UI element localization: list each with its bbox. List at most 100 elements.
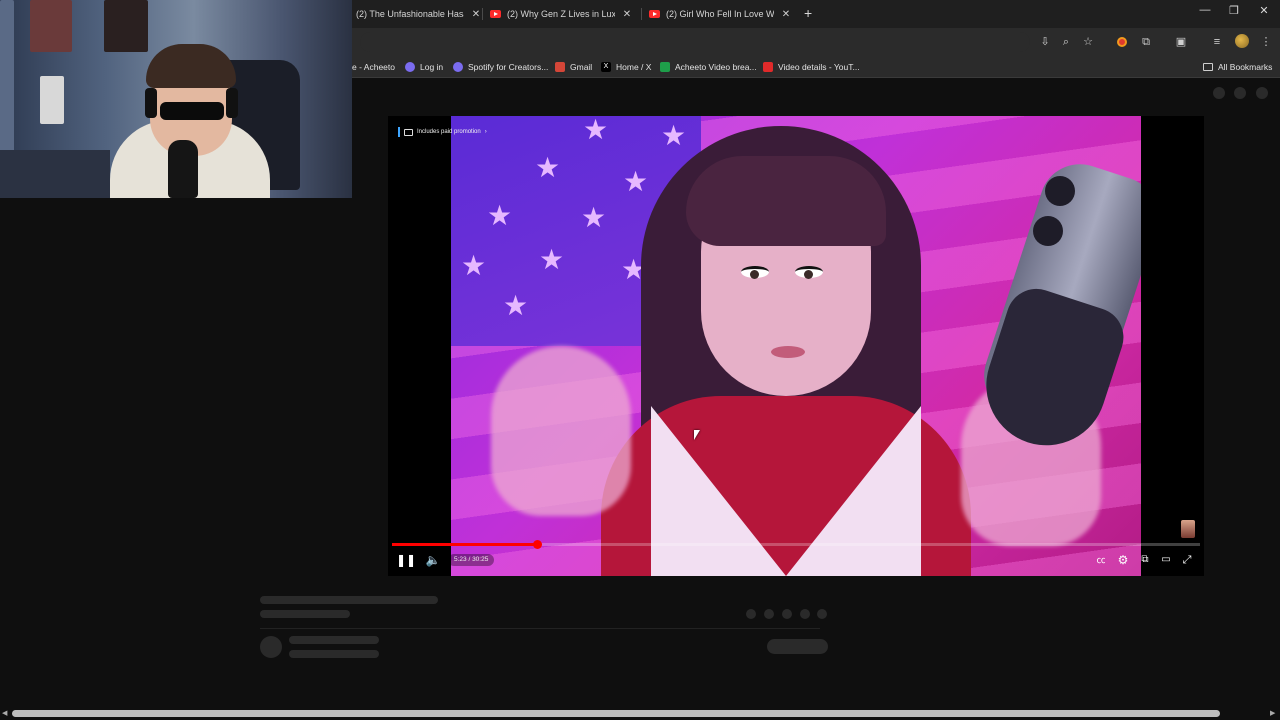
profile-avatar[interactable] [1235,34,1249,48]
tab-separator [482,8,483,20]
hand-image [491,346,631,516]
pause-icon[interactable]: ❚❚ [396,552,416,568]
bookmark-label: Video details - YouT... [778,62,860,72]
extensions-icon[interactable]: ⧉ [1138,34,1154,50]
folder-icon [1203,63,1213,71]
skeleton-dot [746,609,756,619]
scroll-right-icon[interactable]: ▶ [1270,709,1275,717]
skeleton-dot [1234,87,1246,99]
divider [260,628,820,629]
tab-unfashionable-hasan[interactable]: (2) The Unfashionable Hasan Pi ✕ [352,4,482,24]
close-icon[interactable]: ✕ [780,9,792,20]
bookmark-video-details[interactable]: Video details - YouT... [763,60,860,74]
volume-icon[interactable]: 🔈 [424,552,442,568]
skeleton-avatar [260,636,282,658]
star-shape: ★ [535,152,561,183]
tab-title: (2) Why Gen Z Lives in Luxury P [507,9,615,19]
bookmark-acheeto-video[interactable]: Acheeto Video brea... [660,60,757,74]
tab-title: (2) The Unfashionable Hasan Pi [356,9,464,19]
headset-image [226,88,238,118]
chevron-right-icon: › [484,129,487,135]
close-icon[interactable]: ✕ [621,9,633,20]
poster-image [40,76,64,124]
bookmark-label: All Bookmarks [1218,62,1273,72]
bookmark-label: Home / X [616,62,652,72]
eye-image [795,266,823,279]
bookmark-label: e - Acheeto [352,62,396,72]
bookmark-label: Gmail [570,62,593,72]
restore-button[interactable]: ❐ [1219,4,1249,17]
address-bar[interactable] [360,32,1030,52]
tab-search-icon[interactable]: ≡ [1209,34,1225,50]
star-shape: ★ [623,166,649,197]
bangs-image [686,156,886,246]
close-icon[interactable]: ✕ [470,9,482,20]
promo-label: Includes paid promotion [417,129,481,135]
globe-icon [453,62,463,72]
tab-girl-fell-in-love[interactable]: (2) Girl Who Fell In Love With H ✕ [645,4,792,24]
star-shape: ★ [461,250,487,281]
mouse-cursor [694,430,700,440]
x-logo-icon: X [601,62,611,72]
horizontal-scrollbar[interactable] [12,710,1220,717]
bookmark-home-x[interactable]: X Home / X [601,60,651,74]
scroll-left-icon[interactable]: ◀ [2,709,7,717]
poster-image [104,0,148,52]
progress-bar[interactable] [392,540,1200,549]
media-icon[interactable]: ▣ [1173,34,1189,50]
extension-record-icon[interactable] [1117,37,1127,47]
tab-gen-z-luxury[interactable]: (2) Why Gen Z Lives in Luxury P ✕ [486,4,633,24]
bookmark-acheeto[interactable]: e - Acheeto [352,60,395,74]
minimize-button[interactable]: — [1190,4,1220,16]
skeleton-dot [800,609,810,619]
poster-image [30,0,72,52]
theater-icon[interactable]: ▭ [1157,552,1175,568]
close-window-button[interactable]: ✕ [1249,4,1279,17]
star-icon[interactable]: ☆ [1080,34,1096,50]
video-player[interactable]: ★ ★ ★ ★ ★ ★ ★ ★ ★ ★ Includes paid promot… [388,116,1204,576]
star-shape: ★ [583,116,609,145]
star-shape: ★ [581,202,607,233]
microphone-image [168,140,198,198]
skeleton-channel [289,650,379,658]
skeleton-channel [289,636,379,644]
mic-knob [1045,176,1075,206]
all-bookmarks-button[interactable]: All Bookmarks [1203,60,1272,74]
skeleton-dot [764,609,774,619]
bookmark-log-in[interactable]: Log in [405,60,443,74]
download-icon[interactable]: ⇩ [1037,34,1053,50]
captions-icon[interactable]: ㏄ [1092,552,1110,568]
bookmark-label: Log in [420,62,444,72]
miniplayer-icon[interactable]: ⧉ [1136,552,1154,568]
bookmark-spotify-creators[interactable]: Spotify for Creators... [453,60,548,74]
paid-promotion-badge[interactable]: Includes paid promotion › [398,126,487,138]
fullscreen-icon[interactable]: ⤢ [1178,552,1196,568]
progress-scrubber[interactable] [533,540,542,549]
progress-played [392,543,537,546]
star-shape: ★ [503,290,529,321]
time-display: 5:23 / 30:25 [448,554,495,566]
settings-icon[interactable]: ⚙ [1114,552,1132,568]
bookmark-label: Acheeto Video brea... [675,62,757,72]
headset-image [145,88,157,118]
star-shape: ★ [661,120,687,151]
sheets-icon [660,62,670,72]
browser-window: (2) The Unfashionable Hasan Pi ✕ (2) Why… [0,0,1280,720]
channel-thumbnail[interactable] [1181,520,1195,538]
new-tab-button[interactable]: + [804,5,812,21]
star-shape: ★ [487,200,513,231]
youtube-icon [490,10,501,18]
globe-icon [405,62,415,72]
menu-icon[interactable]: ⋮ [1258,34,1274,50]
skeleton-button [767,639,828,654]
bookmark-gmail[interactable]: Gmail [555,60,592,74]
skeleton-title [260,596,438,604]
skeleton-title [260,610,350,618]
bookmark-label: Spotify for Creators... [468,62,549,72]
skeleton-dot [1256,87,1268,99]
lips-image [771,346,805,358]
zoom-icon[interactable]: ⌕ [1058,34,1074,50]
gmail-icon [555,62,565,72]
skeleton-dot [817,609,827,619]
star-shape: ★ [539,244,565,275]
